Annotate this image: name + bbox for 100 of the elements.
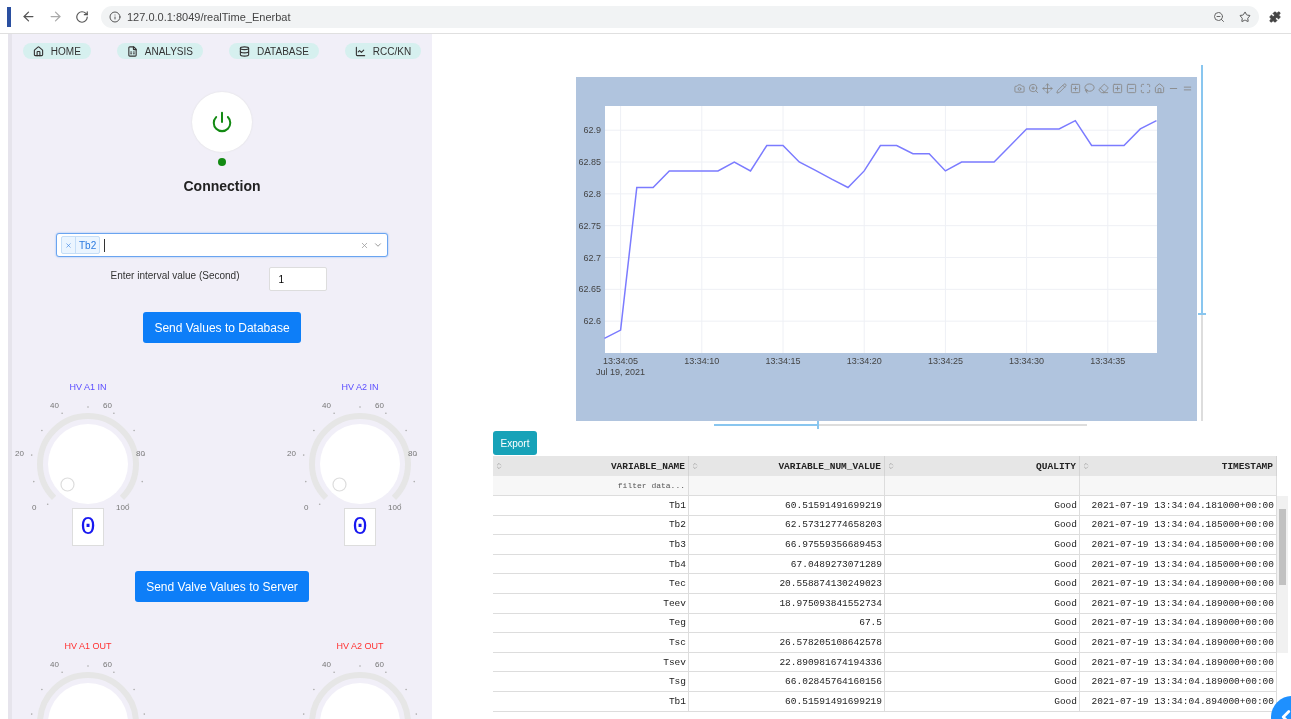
browser-accent (7, 6, 11, 27)
column-header[interactable]: VARIABLE_NAME (493, 456, 689, 476)
table-cell: Good (885, 574, 1080, 594)
sort-icon[interactable] (1082, 462, 1090, 470)
scale-label: 0 (32, 503, 37, 512)
column-header[interactable]: QUALITY (885, 456, 1080, 476)
chevron-down-icon[interactable] (373, 240, 383, 250)
table-cell: 2021-07-19 13:34:04.189000+00:00 (1080, 593, 1277, 614)
zoom-icon[interactable] (1028, 83, 1039, 94)
line-chart-icon (354, 45, 366, 57)
filter-input[interactable] (689, 476, 885, 496)
reload-icon[interactable] (75, 9, 89, 24)
axis-tick-label: 62.6 (583, 316, 601, 327)
axis-date-label: Jul 19, 2021 (596, 367, 646, 377)
send-valve-button[interactable]: Send Valve Values to Server (135, 571, 309, 602)
knob-dial[interactable] (302, 665, 418, 719)
remove-icon[interactable] (65, 241, 72, 249)
send-database-button[interactable]: Send Values to Database (143, 312, 301, 343)
table-cell: 2021-07-19 13:34:04.189000+00:00 (1080, 633, 1277, 653)
scale-label: 40 (322, 401, 331, 410)
knob-indicator[interactable] (60, 477, 75, 492)
table-cell: Good (885, 633, 1080, 653)
scale-label: 40 (50, 401, 59, 410)
table-cell: 2021-07-19 13:34:04.181000+00:00 (1080, 496, 1277, 516)
lasso-icon[interactable] (1084, 83, 1095, 94)
forward-icon[interactable] (48, 9, 63, 24)
expand-icon[interactable] (1140, 83, 1151, 94)
zoom-in-icon[interactable] (1112, 83, 1123, 94)
knob-label: HV A1 IN (69, 382, 107, 392)
table-cell: Good (885, 535, 1080, 555)
home-icon[interactable] (1154, 83, 1165, 94)
table-cell: Good (885, 515, 1080, 536)
knob-dial[interactable] (30, 406, 146, 506)
filter-input[interactable] (1080, 476, 1277, 496)
axis-tick-label: 13:34:25 (927, 356, 963, 366)
connection-label: Connection (183, 178, 261, 194)
nav-button[interactable]: ANALYSIS (116, 43, 203, 59)
back-icon[interactable] (21, 9, 36, 24)
table-cell: Good (885, 672, 1080, 692)
filter-input[interactable]: filter data... (493, 476, 689, 496)
scale-label: 60 (375, 660, 384, 669)
scale-label: 20 (287, 449, 296, 458)
table-cell: 2021-07-19 13:34:04.185000+00:00 (1080, 515, 1277, 536)
sort-icon[interactable] (495, 462, 503, 470)
axis-tick-label: 62.75 (578, 220, 601, 231)
square-plus-icon[interactable] (1070, 83, 1081, 94)
pencil-icon[interactable] (1056, 83, 1067, 94)
knob-dial[interactable] (302, 406, 418, 506)
extension-icon[interactable] (1269, 10, 1281, 23)
axis-tick-label: 13:34:10 (684, 356, 720, 366)
table-cell: 2021-07-19 13:34:04.185000+00:00 (1080, 554, 1277, 575)
info-icon (109, 10, 121, 23)
table-cell: Good (885, 613, 1080, 634)
sort-icon[interactable] (691, 462, 699, 470)
database-icon (238, 45, 250, 57)
eraser-icon[interactable] (1098, 83, 1109, 94)
sort-icon[interactable] (887, 462, 895, 470)
nav-button[interactable]: HOME (22, 43, 91, 59)
scale-label: 40 (50, 660, 59, 669)
table-cell: 2021-07-19 13:34:04.189000+00:00 (1080, 672, 1277, 692)
camera-icon[interactable] (1014, 83, 1025, 94)
axis-tick-label: 13:34:20 (846, 356, 882, 366)
interval-label: Enter interval value (Second) (110, 269, 240, 281)
home-icon (32, 45, 44, 57)
table-cell: 22.890981674194336 (689, 652, 885, 673)
move-icon[interactable] (1042, 83, 1053, 94)
compare-icon[interactable] (1182, 83, 1193, 94)
table-cell: Tsg (493, 672, 689, 692)
table-cell: 26.578205108642578 (689, 633, 885, 653)
scale-label: 60 (375, 401, 384, 410)
table-cell: 67.5 (689, 613, 885, 634)
address-bar[interactable]: 127.0.0.1:8049/realTime_Enerbat (101, 5, 1259, 28)
zoom-out-icon[interactable] (1213, 10, 1225, 23)
table-cell: Teev (493, 593, 689, 614)
table-cell: 18.975093841552734 (689, 593, 885, 614)
table-cell: Good (885, 691, 1080, 712)
knob-label: HV A2 IN (341, 382, 379, 392)
knob-dial[interactable] (30, 665, 146, 719)
table-cell: 62.57312774658203 (689, 515, 885, 536)
scale-label: 100 (388, 503, 402, 512)
star-icon[interactable] (1239, 10, 1251, 23)
scrollbar[interactable] (1277, 496, 1288, 653)
table-cell: Tb3 (493, 535, 689, 555)
power-button[interactable] (192, 92, 252, 152)
axis-tick-label: 62.85 (578, 157, 601, 167)
clear-icon[interactable] (360, 240, 369, 250)
nav-button[interactable]: DATABASE (228, 43, 319, 59)
nav-button[interactable]: RCC/KN (344, 43, 422, 59)
url-text: 127.0.0.1:8049/realTime_Enerbat (127, 10, 291, 23)
table-cell: Tb1 (493, 691, 689, 712)
interval-input[interactable]: 1 (269, 267, 328, 291)
variable-select[interactable]: Tb2 (56, 233, 388, 257)
knob-indicator[interactable] (332, 477, 347, 492)
table-cell: 2021-07-19 13:34:04.189000+00:00 (1080, 613, 1277, 634)
power-icon (211, 111, 233, 133)
filter-input[interactable] (885, 476, 1080, 496)
column-header[interactable]: TIMESTAMP (1080, 456, 1277, 476)
table-cell: 66.97559356689453 (689, 535, 885, 555)
column-header[interactable]: VARIABLE_NUM_VALUE (689, 456, 885, 476)
axis-tick-label: 62.65 (578, 284, 601, 295)
